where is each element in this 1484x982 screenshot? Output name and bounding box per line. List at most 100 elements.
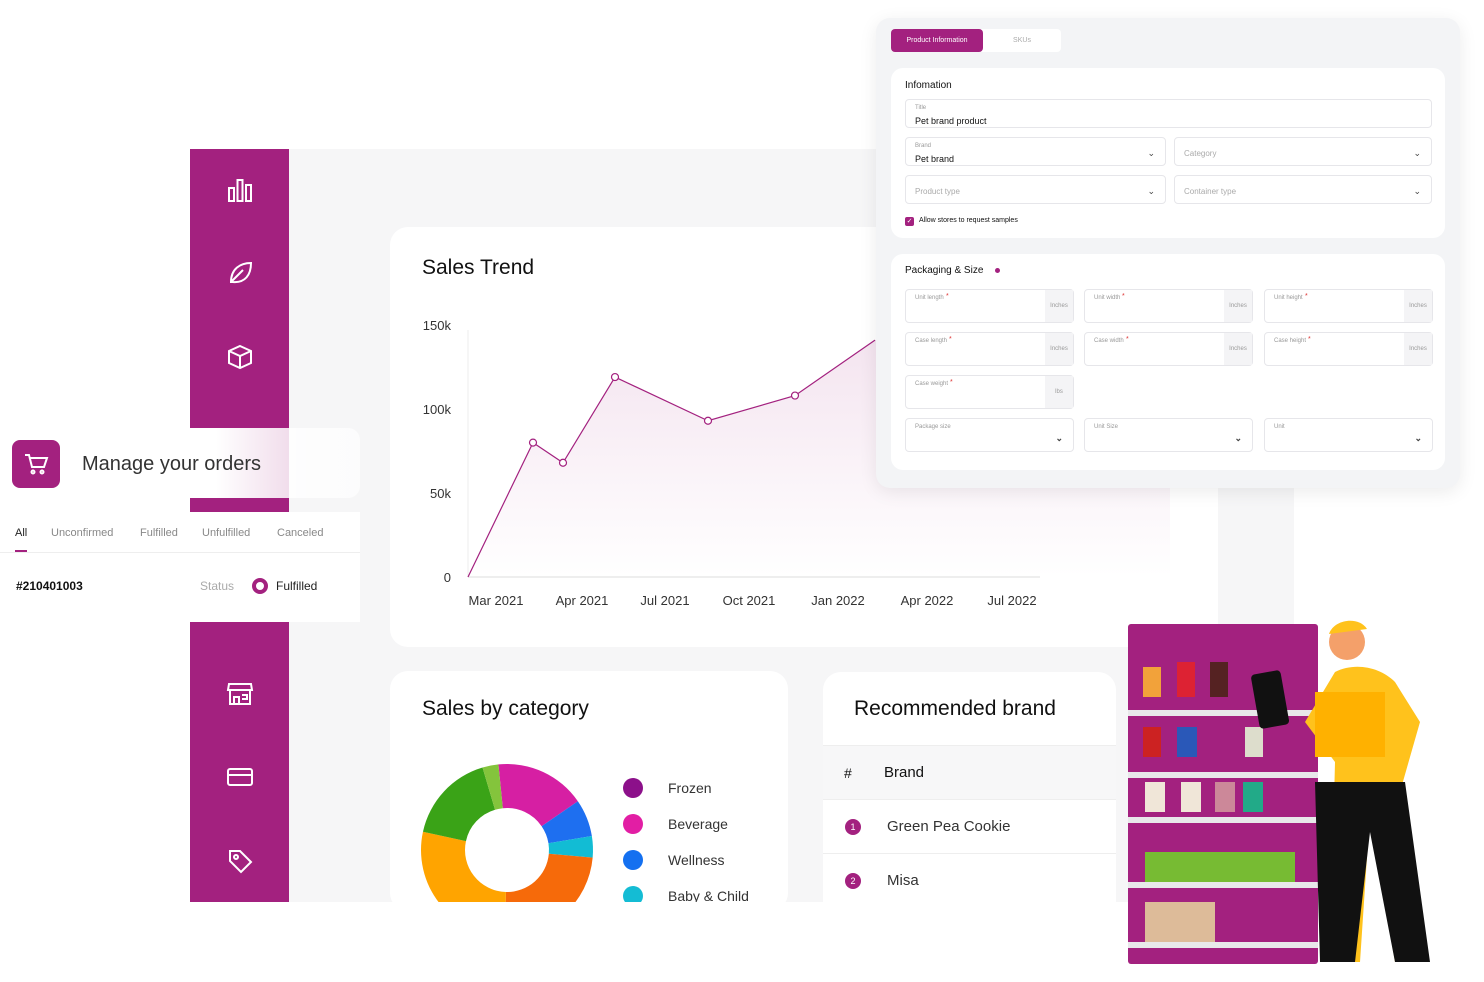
x-tick-label: Apr 2021 bbox=[556, 593, 609, 608]
product-form-panel: Product Information SKUs Infomation Titl… bbox=[876, 18, 1460, 488]
legend-item: Beverage bbox=[623, 814, 728, 834]
rank-badge: 1 bbox=[845, 818, 861, 835]
chevron-down-icon: ⌄ bbox=[1147, 148, 1155, 158]
chevron-down-icon: ⌄ bbox=[1413, 186, 1421, 196]
col-number: # bbox=[844, 764, 852, 781]
placeholder: Product type bbox=[915, 187, 960, 196]
chevron-down-icon: ⌄ bbox=[1413, 148, 1421, 158]
brand-name: Green Pea Cookie bbox=[887, 818, 1011, 835]
field-value: Pet brand bbox=[915, 154, 955, 164]
store-shelf-illustration bbox=[1128, 620, 1430, 964]
dimension-input[interactable]: Case weight * lbs bbox=[905, 375, 1074, 409]
unit-suffix: Inches bbox=[1224, 333, 1252, 365]
legend-swatch bbox=[623, 814, 643, 834]
legend-swatch bbox=[623, 778, 643, 798]
field-label: Unit height bbox=[1274, 295, 1303, 301]
unit-suffix: Inches bbox=[1045, 333, 1073, 365]
field-label: Unit length bbox=[915, 295, 944, 301]
required-mark: * bbox=[1308, 336, 1311, 343]
field-label: Package size bbox=[915, 424, 951, 430]
title-input[interactable]: Title Pet brand product bbox=[905, 99, 1432, 128]
tab-product-information[interactable]: Product Information bbox=[891, 29, 983, 52]
dimension-input[interactable]: Unit width * Inches bbox=[1084, 289, 1253, 323]
unit-suffix: Inches bbox=[1224, 290, 1252, 322]
field-label: Unit width bbox=[1094, 295, 1121, 301]
field-label: Unit Size bbox=[1094, 424, 1119, 430]
x-tick-label: Apr 2022 bbox=[901, 593, 954, 608]
section-heading: Infomation bbox=[905, 80, 952, 91]
required-mark: * bbox=[949, 336, 952, 343]
placeholder: Category bbox=[1184, 149, 1217, 158]
category-select[interactable]: Category ⌄ bbox=[1174, 137, 1432, 166]
field-label: Unit bbox=[1274, 424, 1285, 430]
field-label: Title bbox=[915, 105, 927, 111]
required-mark: * bbox=[946, 293, 949, 300]
unit-suffix: Inches bbox=[1404, 290, 1432, 322]
unit-suffix: Inches bbox=[1045, 290, 1073, 322]
placeholder: Container type bbox=[1184, 187, 1237, 196]
data-point bbox=[790, 391, 800, 400]
x-tick-label: Jul 2022 bbox=[987, 593, 1036, 608]
x-tick-label: Mar 2021 bbox=[469, 593, 524, 608]
chevron-down-icon: ⌄ bbox=[1234, 433, 1242, 443]
container-type-select[interactable]: Container type ⌄ bbox=[1174, 175, 1432, 204]
field-label: Case height bbox=[1274, 338, 1307, 344]
brand-card-title: Recommended brand bbox=[854, 697, 1056, 720]
field-label: Case weight bbox=[915, 381, 949, 387]
brand-name: Misa bbox=[887, 872, 919, 889]
field-label: Brand bbox=[915, 143, 932, 149]
field-label: Case width bbox=[1094, 338, 1124, 344]
allow-samples-label: Allow stores to request samples bbox=[919, 217, 1018, 224]
legend-label: Beverage bbox=[668, 816, 728, 832]
donut-slice bbox=[422, 767, 496, 842]
info-dot-icon bbox=[995, 268, 1000, 273]
section-heading: Packaging & Size bbox=[905, 265, 984, 276]
dimension-input[interactable]: Unit length * Inches bbox=[905, 289, 1074, 323]
col-brand: Brand bbox=[884, 764, 925, 781]
dimension-input[interactable]: Case width * Inches bbox=[1084, 332, 1253, 366]
x-tick-label: Jan 2022 bbox=[811, 593, 865, 608]
x-tick-label: Jul 2021 bbox=[640, 593, 689, 608]
legend-swatch bbox=[623, 850, 643, 870]
y-tick-label: 50k bbox=[430, 486, 451, 501]
y-tick-label: 150k bbox=[423, 318, 452, 333]
required-mark: * bbox=[1126, 336, 1129, 343]
chart-title: Sales by category bbox=[422, 697, 589, 720]
packaging-select[interactable]: Unit ⌄ bbox=[1264, 418, 1433, 452]
unit-suffix: lbs bbox=[1045, 376, 1073, 408]
tab-skus[interactable]: SKUs bbox=[983, 29, 1061, 52]
brand-table-header: # Brand bbox=[823, 745, 1116, 799]
required-mark: * bbox=[950, 379, 953, 386]
legend-item: Frozen bbox=[623, 778, 712, 798]
packaging-select[interactable]: Package size ⌄ bbox=[905, 418, 1074, 452]
required-mark: * bbox=[1122, 293, 1125, 300]
table-row[interactable]: 2 Misa bbox=[823, 853, 1116, 907]
bottom-fade bbox=[180, 902, 1120, 982]
data-point bbox=[528, 438, 538, 447]
information-section: Infomation Title Pet brand product Brand P… bbox=[891, 68, 1445, 238]
dimension-input[interactable]: Case height * Inches bbox=[1264, 332, 1433, 366]
brand-select[interactable]: Brand Pet brand ⌄ bbox=[905, 137, 1166, 166]
field-value: Pet brand product bbox=[915, 116, 987, 126]
chevron-down-icon: ⌄ bbox=[1147, 186, 1155, 196]
data-point bbox=[558, 458, 568, 467]
table-row[interactable]: 1 Green Pea Cookie bbox=[823, 799, 1116, 853]
x-tick-label: Oct 2021 bbox=[723, 593, 776, 608]
y-tick-label: 0 bbox=[444, 570, 451, 585]
allow-samples-checkbox[interactable]: ✓ bbox=[905, 217, 914, 226]
chevron-down-icon: ⌄ bbox=[1055, 433, 1063, 443]
product-type-select[interactable]: Product type ⌄ bbox=[905, 175, 1166, 204]
chevron-down-icon: ⌄ bbox=[1414, 433, 1422, 443]
data-point bbox=[610, 372, 620, 382]
dimension-input[interactable]: Case length * Inches bbox=[905, 332, 1074, 366]
packaging-select[interactable]: Unit Size ⌄ bbox=[1084, 418, 1253, 452]
legend-item: Wellness bbox=[623, 850, 725, 870]
y-tick-label: 100k bbox=[423, 402, 452, 417]
legend-label: Frozen bbox=[668, 780, 712, 796]
rank-badge: 2 bbox=[845, 872, 861, 889]
required-mark: * bbox=[1305, 293, 1308, 300]
dimension-input[interactable]: Unit height * Inches bbox=[1264, 289, 1433, 323]
field-label: Case length bbox=[915, 338, 948, 344]
packaging-section: Packaging & Size Unit length * Inches Unit … bbox=[891, 254, 1445, 470]
legend-label: Wellness bbox=[668, 852, 725, 868]
